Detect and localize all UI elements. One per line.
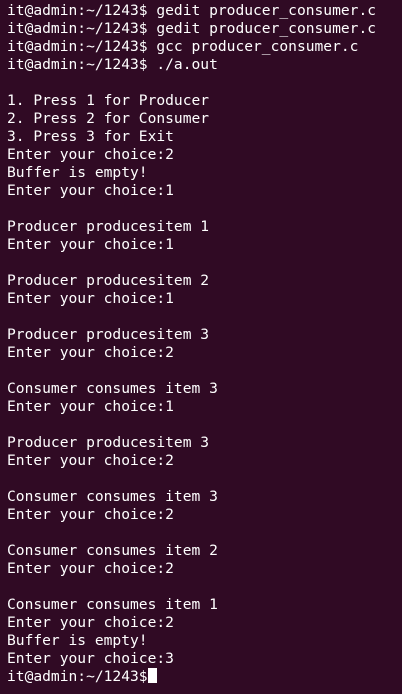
terminal-line: Consumer consumes item 1 <box>7 596 218 613</box>
terminal-prompt-line[interactable]: it@admin:~/1243$ <box>7 668 402 686</box>
terminal-prompt: it@admin:~/1243$ <box>7 668 148 685</box>
terminal-line: 1. Press 1 for Producer <box>7 92 210 109</box>
terminal-line: Buffer is empty! <box>7 164 148 181</box>
terminal-window[interactable]: it@admin:~/1243$ gedit producer_consumer… <box>0 0 402 694</box>
text-cursor <box>147 668 157 683</box>
terminal-line: 2. Press 2 for Consumer <box>7 110 210 127</box>
terminal-line: it@admin:~/1243$ gcc producer_consumer.c <box>7 38 359 55</box>
terminal-line: Enter your choice:2 <box>7 614 174 631</box>
terminal-line: Producer producesitem 3 <box>7 326 210 343</box>
terminal-line: Buffer is empty! <box>7 632 148 649</box>
terminal-line: Producer producesitem 3 <box>7 434 210 451</box>
terminal-line: Consumer consumes item 3 <box>7 488 218 505</box>
terminal-line: it@admin:~/1243$ gedit producer_consumer… <box>7 20 377 37</box>
terminal-line: Enter your choice:1 <box>7 236 174 253</box>
terminal-output: it@admin:~/1243$ gedit producer_consumer… <box>7 2 402 686</box>
terminal-line: Enter your choice:2 <box>7 560 174 577</box>
terminal-line: Enter your choice:2 <box>7 146 174 163</box>
terminal-line: 3. Press 3 for Exit <box>7 128 174 145</box>
terminal-line: Enter your choice:1 <box>7 290 174 307</box>
terminal-line: it@admin:~/1243$ ./a.out <box>7 56 218 73</box>
terminal-line: Enter your choice:1 <box>7 182 174 199</box>
terminal-line: Consumer consumes item 2 <box>7 542 218 559</box>
terminal-line: Enter your choice:1 <box>7 398 174 415</box>
terminal-line: Enter your choice:2 <box>7 344 174 361</box>
terminal-line: Producer producesitem 1 <box>7 218 210 235</box>
terminal-line: Enter your choice:2 <box>7 452 174 469</box>
terminal-line: Enter your choice:3 <box>7 650 174 667</box>
terminal-line: Consumer consumes item 3 <box>7 380 218 397</box>
terminal-line: Enter your choice:2 <box>7 506 174 523</box>
terminal-line: it@admin:~/1243$ gedit producer_consumer… <box>7 2 377 19</box>
terminal-line: Producer producesitem 2 <box>7 272 210 289</box>
